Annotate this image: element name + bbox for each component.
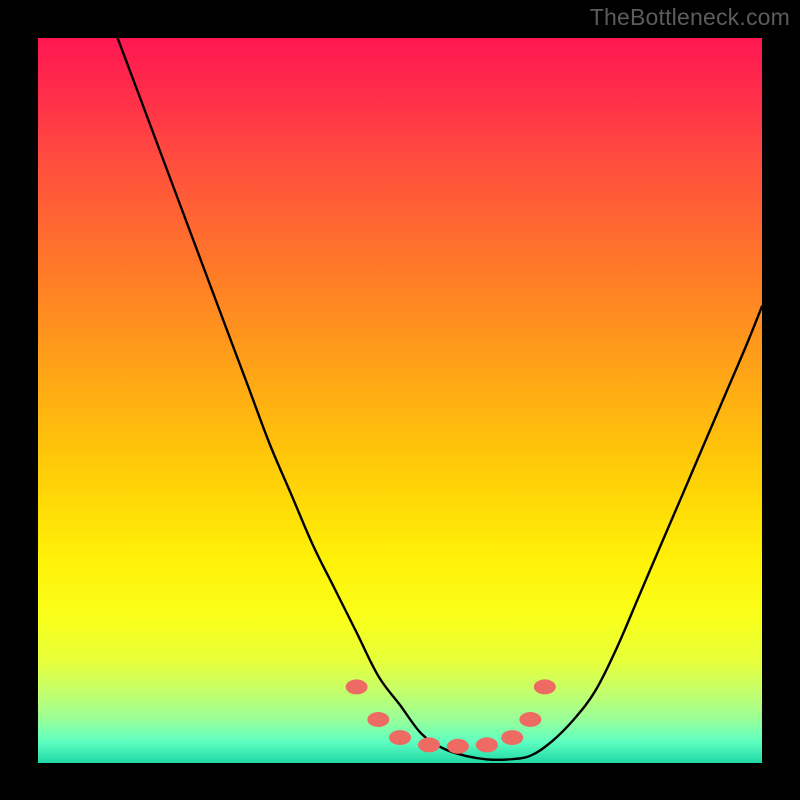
watermark-text: TheBottleneck.com <box>590 4 790 31</box>
chart-frame: TheBottleneck.com <box>0 0 800 800</box>
plot-area <box>38 38 762 763</box>
curve-svg <box>38 38 762 763</box>
valley-marker <box>346 679 368 694</box>
valley-marker <box>501 730 523 745</box>
valley-marker <box>476 737 498 752</box>
valley-marker <box>367 712 389 727</box>
valley-marker <box>447 739 469 754</box>
valley-marker <box>389 730 411 745</box>
valley-markers <box>346 679 556 753</box>
bottleneck-curve <box>118 38 762 760</box>
valley-marker <box>519 712 541 727</box>
valley-marker <box>534 679 556 694</box>
valley-marker <box>418 737 440 752</box>
